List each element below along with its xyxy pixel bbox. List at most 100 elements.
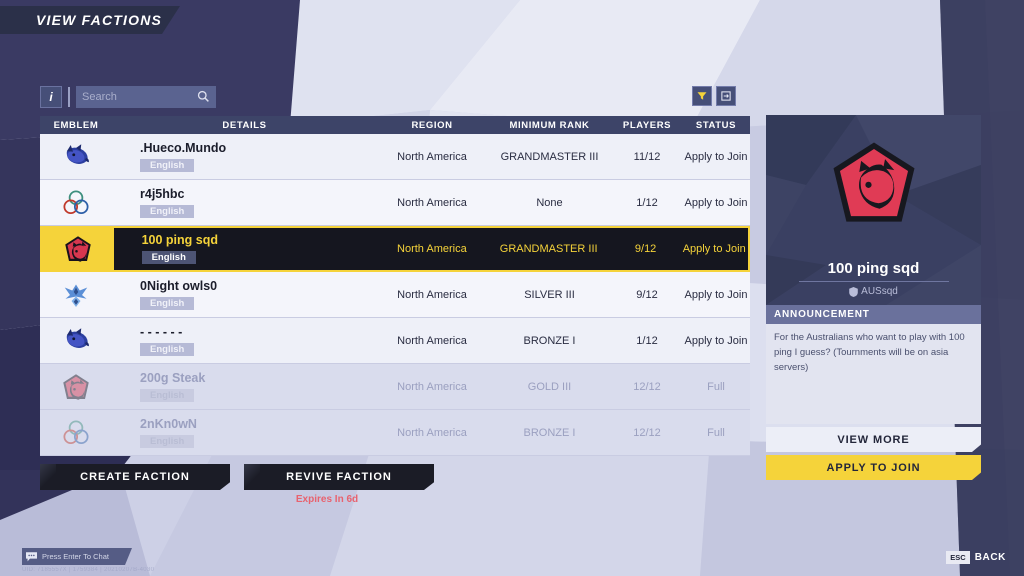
faction-players-cell: 1/12 [636, 334, 658, 347]
faction-details-cell: 0Night owls0 English [112, 279, 377, 311]
faction-status-cell: Full [707, 380, 725, 393]
faction-status-cell[interactable]: Apply to Join [682, 151, 750, 163]
search-input[interactable]: Search [76, 86, 216, 108]
faction-name-label: 0Night owls0 [140, 278, 218, 293]
table-row[interactable]: .Hueco.Mundo English North America GRAND… [40, 134, 750, 180]
faction-players-cell: 12/12 [633, 380, 661, 393]
back-control[interactable]: ESC BACK [946, 551, 1006, 564]
search-placeholder: Search [82, 91, 117, 103]
column-header-region: REGION [411, 119, 453, 131]
table-row[interactable]: - - - - - - English North America BRONZE… [40, 318, 750, 364]
table-tools [692, 86, 736, 106]
faction-emblem-icon [40, 134, 112, 179]
column-header-rank: MINIMUM RANK [509, 119, 590, 131]
faction-region-cell: North America [397, 334, 467, 347]
faction-name-label: 100 ping sqd [141, 233, 218, 247]
esc-key: ESC [946, 551, 970, 564]
faction-name-label: 200g Steak [140, 370, 206, 385]
table-row[interactable]: 2nKn0wN English North America BRONZE I 1… [40, 410, 750, 456]
filter-funnel-icon[interactable] [692, 86, 712, 106]
chat-bubble-icon [26, 552, 37, 562]
faction-players-cell: 11/12 [633, 150, 661, 163]
faction-emblem-large [828, 137, 920, 234]
faction-name-label: - - - - - - [140, 324, 183, 339]
faction-language-badge: English [140, 388, 195, 402]
faction-details-cell: 200g Steak English [112, 371, 377, 403]
column-header-players: PLAYERS [622, 119, 672, 131]
faction-status-cell[interactable]: Apply to Join [682, 335, 750, 347]
faction-players-cell: 1/12 [636, 196, 658, 209]
factions-table: EMBLEM DETAILS REGION MINIMUM RANK PLAYE… [40, 116, 750, 456]
faction-name: 100 ping sqd [827, 260, 920, 277]
table-row[interactable]: 0Night owls0 English North America SILVE… [40, 272, 750, 318]
column-header-status: STATUS [695, 119, 737, 131]
faction-language-badge: English [141, 251, 196, 264]
faction-details-cell: .Hueco.Mundo English [112, 141, 377, 173]
faction-details-cell: r4j5hbc English [112, 187, 377, 219]
faction-players-cell: 9/12 [636, 288, 658, 301]
faction-players-cell: 9/12 [634, 243, 657, 255]
info-icon[interactable]: i [40, 86, 62, 108]
faction-rank-cell: GOLD III [527, 380, 572, 393]
faction-status-cell: Full [707, 426, 725, 439]
faction-status-cell[interactable]: Apply to Join [682, 197, 750, 209]
faction-tag-label: AUSsqd [861, 286, 898, 297]
table-row[interactable]: 200g Steak English North America GOLD II… [40, 364, 750, 410]
faction-emblem-icon [42, 228, 114, 270]
faction-rank-cell: GRANDMASTER III [499, 243, 598, 255]
page-title-bar: VIEW FACTIONS [0, 6, 180, 34]
faction-actions: CREATE FACTION REVIVE FACTION [40, 464, 434, 490]
faction-region-cell: North America [397, 150, 467, 163]
faction-language-badge: English [140, 434, 195, 448]
search-row: i Search [40, 86, 216, 108]
revive-faction-button[interactable]: REVIVE FACTION [244, 464, 434, 490]
column-header-details: DETAILS [222, 119, 267, 131]
faction-name-label: .Hueco.Mundo [140, 140, 227, 155]
table-row[interactable]: r4j5hbc English North America None 1/12 … [40, 180, 750, 226]
table-row[interactable]: 100 ping sqd English North America GRAND… [40, 226, 750, 272]
faction-language-badge: English [140, 204, 195, 218]
divider [68, 87, 70, 107]
faction-region-cell: North America [397, 288, 467, 301]
faction-emblem-icon [40, 272, 112, 317]
chat-hint[interactable]: Press Enter To Chat [22, 548, 132, 565]
faction-status-cell[interactable]: Apply to Join [682, 289, 750, 301]
faction-region-cell: North America [397, 426, 467, 439]
expires-note: Expires In 6d [295, 494, 359, 505]
faction-language-badge: English [140, 158, 195, 172]
faction-players-cell: 12/12 [633, 426, 661, 439]
faction-rank-cell: BRONZE I [523, 334, 576, 347]
faction-region-cell: North America [397, 243, 467, 255]
faction-emblem-icon [40, 318, 112, 363]
faction-name-label: r4j5hbc [140, 186, 185, 201]
faction-status-cell[interactable]: Apply to Join [680, 243, 748, 255]
search-icon [197, 90, 209, 102]
faction-details-cell: 100 ping sqd English [114, 233, 378, 265]
faction-rank-cell: GRANDMASTER III [500, 150, 599, 163]
faction-emblem-icon [40, 364, 112, 409]
table-body: .Hueco.Mundo English North America GRAND… [40, 134, 750, 456]
announcement-body: For the Australians who want to play wit… [766, 324, 981, 424]
faction-language-badge: English [140, 296, 195, 310]
chat-hint-label: Press Enter To Chat [42, 552, 109, 561]
shield-icon [849, 286, 858, 297]
announcement-header: ANNOUNCEMENT [766, 305, 981, 324]
faction-tag: AUSsqd [849, 286, 898, 297]
apply-to-join-button[interactable]: APPLY TO JOIN [766, 455, 981, 480]
build-info: UID: 7185557X | 1759384 | 20210207B-4030 [22, 567, 155, 573]
page-title: VIEW FACTIONS [36, 12, 163, 28]
faction-details-cell: - - - - - - English [112, 325, 377, 357]
faction-rank-cell: SILVER III [524, 288, 575, 301]
faction-rank-cell: BRONZE I [523, 426, 576, 439]
table-header-row: EMBLEM DETAILS REGION MINIMUM RANK PLAYE… [40, 116, 750, 134]
view-more-button[interactable]: VIEW MORE [766, 427, 981, 452]
faction-language-badge: English [140, 342, 195, 356]
refresh-swap-icon[interactable] [716, 86, 736, 106]
create-faction-button[interactable]: CREATE FACTION [40, 464, 230, 490]
faction-hero: 100 ping sqd AUSsqd [766, 115, 981, 305]
faction-details-cell: 2nKn0wN English [112, 417, 377, 449]
faction-rank-cell: None [536, 196, 563, 209]
faction-region-cell: North America [397, 196, 467, 209]
back-label: BACK [974, 552, 1006, 563]
divider [798, 281, 949, 282]
